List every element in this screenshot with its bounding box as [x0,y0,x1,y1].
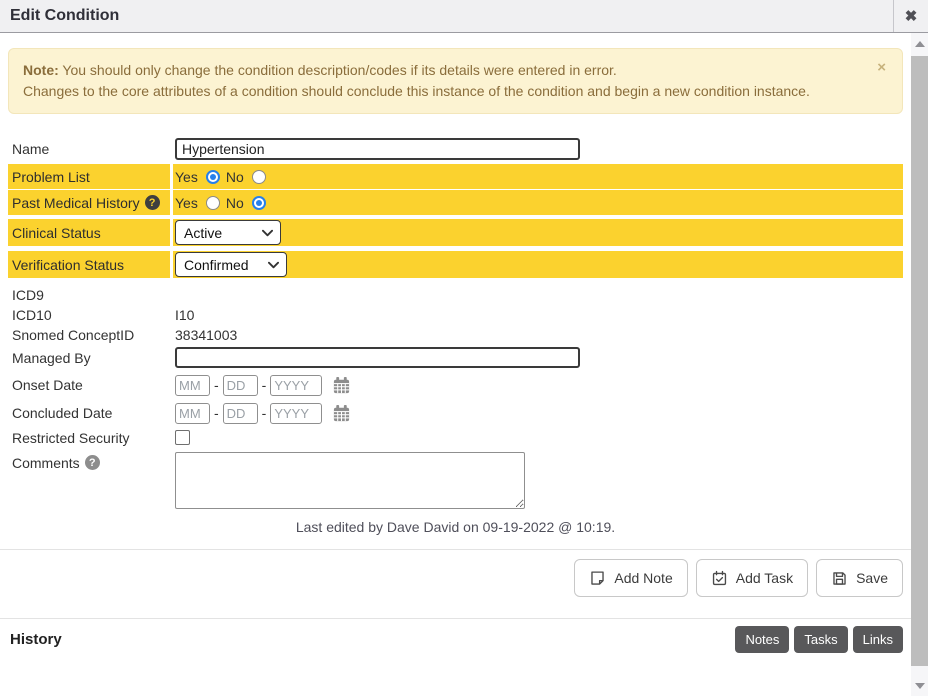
problem-list-yes-radio[interactable] [206,170,220,184]
concluded-year-input[interactable] [270,403,322,424]
notes-button[interactable]: Notes [735,626,789,653]
onset-year-input[interactable] [270,375,322,396]
concluded-date-label: Concluded Date [8,401,170,425]
problem-list-label: Problem List [8,164,170,189]
condition-form: Name Problem List Yes No Past Medical Hi… [0,136,911,509]
scroll-down-icon[interactable] [911,679,928,693]
triangle-down [915,683,925,689]
name-label: Name [8,136,170,162]
concluded-date-row: Concluded Date - - [8,401,903,425]
add-task-icon [711,570,728,587]
onset-month-input[interactable] [175,375,210,396]
history-title: History [10,631,735,648]
onset-date-label: Onset Date [8,373,170,397]
add-task-button[interactable]: Add Task [696,559,808,597]
verification-status-select[interactable]: Confirmed [175,252,287,277]
tasks-button[interactable]: Tasks [794,626,847,653]
links-button[interactable]: Links [853,626,903,653]
clinical-status-select[interactable]: Active [175,220,281,245]
save-button[interactable]: Save [816,559,903,597]
note-dismiss-icon[interactable]: × [877,61,886,75]
icd9-label: ICD9 [8,285,170,305]
last-edited-text: Last edited by Dave David on 09-19-2022 … [0,519,911,535]
note-text: Note: You should only change the conditi… [23,62,810,99]
restricted-security-row: Restricted Security [8,428,903,447]
history-section: History Notes Tasks Links [0,626,911,653]
help-icon[interactable]: ? [145,195,160,210]
close-icon[interactable]: ✖ [893,0,928,32]
name-input[interactable] [175,138,580,160]
dialog-header: Edit Condition ✖ [0,0,928,33]
snomed-value: 38341003 [173,325,903,345]
problem-list-yes-label: Yes [175,169,198,185]
managed-by-row: Managed By [8,346,903,369]
icd9-value [173,285,903,305]
save-label: Save [856,570,888,586]
clinical-status-value: Active [184,225,222,241]
pmh-no-radio[interactable] [252,196,266,210]
icd9-row: ICD9 [8,285,903,305]
pmh-yes-label: Yes [175,195,198,211]
note-line1: You should only change the condition des… [59,62,617,78]
clinical-status-label: Clinical Status [8,219,170,246]
concluded-month-input[interactable] [175,403,210,424]
past-medical-history-row: Past Medical History ? Yes No [8,190,903,215]
add-task-label: Add Task [736,570,793,586]
calendar-icon[interactable] [332,404,351,423]
note-banner: Note: You should only change the conditi… [8,48,903,114]
dialog-body: Note: You should only change the conditi… [0,34,911,696]
icd10-label: ICD10 [8,305,170,325]
comments-textarea[interactable] [175,452,525,509]
snomed-label: Snomed ConceptID [8,325,170,345]
divider [0,549,911,550]
comments-row: Comments ? [8,452,903,509]
triangle-up [915,41,925,47]
verification-status-value: Confirmed [184,257,249,273]
comments-label: Comments [12,455,80,471]
name-row: Name [8,136,903,162]
clinical-status-row: Clinical Status Active [8,219,903,246]
snomed-row: Snomed ConceptID 38341003 [8,325,903,345]
add-note-icon [589,570,606,587]
note-line2: Changes to the core attributes of a cond… [23,83,810,99]
date-separator: - [214,405,219,421]
pmh-no-label: No [226,195,244,211]
calendar-icon[interactable] [332,376,351,395]
date-separator: - [262,377,267,393]
scrollbar-thumb[interactable] [911,56,928,666]
note-label: Note: [23,62,59,78]
onset-date-row: Onset Date - - [8,373,903,397]
verification-status-row: Verification Status Confirmed [8,251,903,278]
managed-by-input[interactable] [175,347,580,368]
save-icon [831,570,848,587]
pmh-yes-radio[interactable] [206,196,220,210]
divider [0,618,911,619]
page-title: Edit Condition [0,7,893,25]
scrollbar[interactable] [911,33,928,696]
managed-by-label: Managed By [8,346,170,369]
date-separator: - [262,405,267,421]
chevron-down-icon [262,229,273,237]
problem-list-row: Problem List Yes No [8,164,903,189]
verification-status-label: Verification Status [8,251,170,278]
add-note-label: Add Note [614,570,672,586]
concluded-day-input[interactable] [223,403,258,424]
icd10-value: I10 [173,305,903,325]
problem-list-no-label: No [226,169,244,185]
icd10-row: ICD10 I10 [8,305,903,325]
action-buttons: Add Note Add Task Save [0,559,911,597]
onset-day-input[interactable] [223,375,258,396]
restricted-security-checkbox[interactable] [175,430,190,445]
restricted-security-label: Restricted Security [8,428,170,447]
scroll-up-icon[interactable] [911,37,928,51]
date-separator: - [214,377,219,393]
past-medical-history-label: Past Medical History [12,195,140,211]
chevron-down-icon [268,261,279,269]
add-note-button[interactable]: Add Note [574,559,687,597]
help-icon[interactable]: ? [85,455,100,470]
problem-list-no-radio[interactable] [252,170,266,184]
